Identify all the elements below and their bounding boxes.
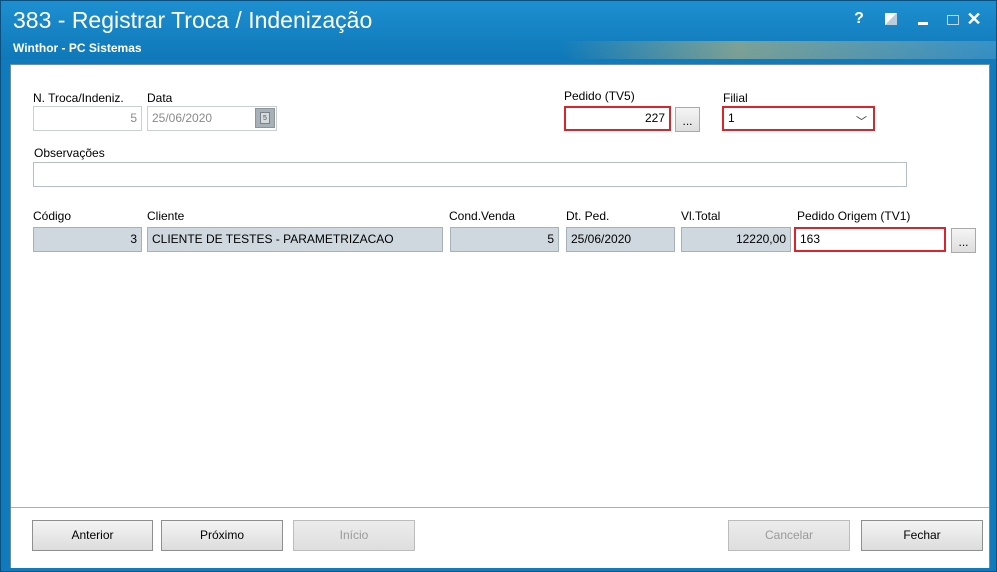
dt-ped-field[interactable]: 25/06/2020 bbox=[566, 227, 675, 252]
codigo-field[interactable]: 3 bbox=[33, 227, 142, 252]
cancelar-button[interactable]: Cancelar bbox=[728, 520, 850, 551]
title-bar[interactable]: 383 - Registrar Troca / Indenização Wint… bbox=[1, 1, 996, 59]
close-button[interactable]: ✕ bbox=[964, 10, 984, 30]
pedido-origem-field[interactable]: 163 bbox=[794, 227, 946, 252]
chevron-down-icon: ﹀ bbox=[856, 116, 867, 128]
filial-select[interactable]: 1 ﹀ bbox=[722, 106, 875, 131]
codigo-label: Código bbox=[33, 209, 72, 223]
observacoes-label: Observações bbox=[34, 146, 105, 160]
observacoes-field[interactable] bbox=[33, 162, 907, 187]
n-troca-field[interactable]: 5 bbox=[33, 106, 142, 131]
pedido-tv5-label: Pedido (TV5) bbox=[564, 89, 635, 103]
window-title: 383 - Registrar Troca / Indenização bbox=[13, 7, 373, 33]
filial-value: 1 bbox=[728, 111, 735, 125]
app-window: 383 - Registrar Troca / Indenização Wint… bbox=[0, 0, 997, 572]
window-subtitle: Winthor - PC Sistemas bbox=[13, 41, 142, 55]
proximo-button[interactable]: Próximo bbox=[161, 520, 283, 551]
calendar-icon[interactable]: 5 bbox=[255, 108, 275, 128]
inicio-button[interactable]: Início bbox=[293, 520, 415, 551]
pedido-tv5-lookup-button[interactable]: ... bbox=[675, 107, 700, 132]
pedido-origem-label: Pedido Origem (TV1) bbox=[797, 209, 911, 223]
pedido-origem-lookup-button[interactable]: ... bbox=[951, 228, 976, 253]
bottom-button-bar: Anterior Próximo Início Cancelar Fechar bbox=[11, 507, 989, 568]
cliente-field[interactable]: CLIENTE DE TESTES - PARAMETRIZACAO bbox=[147, 227, 443, 252]
vl-total-label: Vl.Total bbox=[681, 209, 721, 223]
fechar-button[interactable]: Fechar bbox=[861, 520, 983, 551]
form-panel: N. Troca/Indeniz. 5 Data 25/06/2020 5 Pe… bbox=[10, 64, 990, 568]
maximize-icon bbox=[947, 15, 959, 25]
anterior-button[interactable]: Anterior bbox=[32, 520, 153, 551]
filial-label: Filial bbox=[723, 91, 748, 105]
cliente-label: Cliente bbox=[147, 209, 185, 223]
cond-venda-field[interactable]: 5 bbox=[450, 227, 559, 252]
minimize-icon bbox=[918, 22, 928, 25]
help-button[interactable]: ? bbox=[849, 10, 869, 30]
restore-button[interactable] bbox=[881, 10, 901, 30]
cond-venda-label: Cond.Venda bbox=[449, 209, 516, 223]
pedido-tv5-field[interactable]: 227 bbox=[564, 106, 671, 131]
restore-icon bbox=[885, 13, 897, 25]
n-troca-label: N. Troca/Indeniz. bbox=[33, 91, 124, 105]
title-bar-sheen bbox=[561, 41, 996, 59]
maximize-button[interactable] bbox=[943, 10, 963, 30]
vl-total-field[interactable]: 12220,00 bbox=[681, 227, 791, 252]
data-label: Data bbox=[147, 91, 173, 105]
minimize-button[interactable] bbox=[913, 10, 933, 30]
dt-ped-label: Dt. Ped. bbox=[566, 209, 610, 223]
